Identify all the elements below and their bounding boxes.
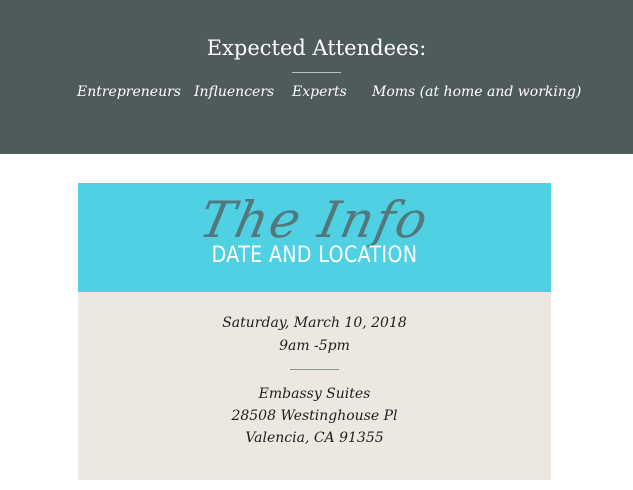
event-date: Saturday, March 10, 2018 [222, 315, 407, 331]
expected-attendees-heading: Expected Attendees: [206, 36, 427, 60]
attendee-item-entrepreneurs: Entrepreneurs [77, 84, 181, 100]
attendee-item-moms: Moms (at home and working) [372, 84, 582, 100]
info-card: The Info DATE AND LOCATION Saturday, Mar… [78, 183, 551, 480]
attendee-item-experts: Experts [292, 84, 347, 100]
info-script-title: The Info [194, 191, 435, 249]
info-card-body: Saturday, March 10, 2018 9am -5pm Embass… [78, 292, 551, 480]
venue-name: Embassy Suites [258, 386, 371, 402]
expected-attendees-section: Expected Attendees: Entrepreneurs Influe… [0, 0, 633, 154]
date-and-location-heading: DATE AND LOCATION [211, 243, 418, 268]
venue-city: Valencia, CA 91355 [245, 430, 384, 446]
event-time: 9am -5pm [279, 338, 350, 354]
venue-street: 28508 Westinghouse Pl [231, 408, 398, 424]
info-card-header: The Info DATE AND LOCATION [78, 183, 551, 292]
page: Expected Attendees: Entrepreneurs Influe… [0, 0, 633, 490]
attendee-list: Entrepreneurs Influencers Experts Moms (… [0, 82, 633, 104]
attendee-item-influencers: Influencers [194, 84, 275, 100]
info-divider [290, 369, 339, 370]
heading-divider [292, 72, 341, 73]
